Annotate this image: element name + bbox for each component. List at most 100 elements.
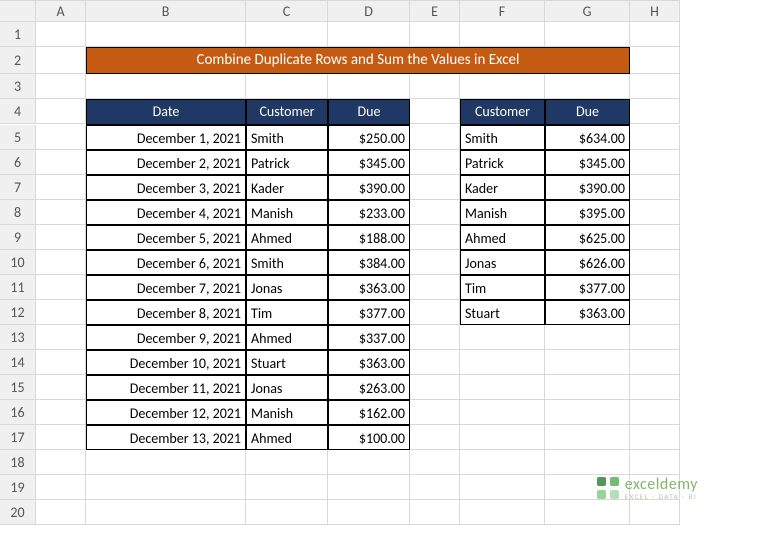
table1-customer[interactable]: Patrick — [246, 150, 328, 175]
cell[interactable] — [630, 450, 680, 475]
row-header-10[interactable]: 10 — [0, 250, 36, 275]
cell[interactable] — [460, 475, 545, 500]
row-header-13[interactable]: 13 — [0, 325, 36, 350]
cell[interactable] — [630, 47, 680, 74]
table1-due[interactable]: $263.00 — [328, 375, 410, 400]
cell[interactable] — [36, 275, 86, 300]
table1-customer[interactable]: Manish — [246, 200, 328, 225]
cell[interactable] — [410, 225, 460, 250]
table1-customer[interactable]: Smith — [246, 125, 328, 150]
table1-due[interactable]: $363.00 — [328, 275, 410, 300]
row-header-18[interactable]: 18 — [0, 450, 36, 475]
cell[interactable] — [410, 150, 460, 175]
table1-date[interactable]: December 12, 2021 — [86, 400, 246, 425]
cell[interactable] — [36, 300, 86, 325]
table1-customer[interactable]: Kader — [246, 175, 328, 200]
cell[interactable] — [36, 450, 86, 475]
table1-due[interactable]: $377.00 — [328, 300, 410, 325]
cell[interactable] — [246, 22, 328, 47]
table1-customer[interactable]: Ahmed — [246, 325, 328, 350]
cell[interactable] — [246, 500, 328, 525]
table2-due[interactable]: $390.00 — [545, 175, 630, 200]
cell[interactable] — [410, 500, 460, 525]
cell[interactable] — [630, 150, 680, 175]
column-header-D[interactable]: D — [328, 0, 410, 22]
table1-due[interactable]: $233.00 — [328, 200, 410, 225]
cell[interactable] — [328, 450, 410, 475]
table1-header-customer[interactable]: Customer — [246, 99, 328, 125]
table2-due[interactable]: $345.00 — [545, 150, 630, 175]
cell[interactable] — [460, 325, 545, 350]
cell[interactable] — [246, 450, 328, 475]
row-header-9[interactable]: 9 — [0, 225, 36, 250]
cell[interactable] — [36, 74, 86, 99]
cell[interactable] — [328, 475, 410, 500]
column-header-E[interactable]: E — [410, 0, 460, 22]
cell[interactable] — [545, 375, 630, 400]
column-header-F[interactable]: F — [460, 0, 545, 22]
row-header-8[interactable]: 8 — [0, 200, 36, 225]
row-header-7[interactable]: 7 — [0, 175, 36, 200]
table1-date[interactable]: December 2, 2021 — [86, 150, 246, 175]
cell[interactable] — [545, 22, 630, 47]
row-header-17[interactable]: 17 — [0, 425, 36, 450]
table2-customer[interactable]: Stuart — [460, 300, 545, 325]
table1-customer[interactable]: Jonas — [246, 275, 328, 300]
cell[interactable] — [36, 500, 86, 525]
cell[interactable] — [630, 22, 680, 47]
cell[interactable] — [410, 300, 460, 325]
table2-customer[interactable]: Smith — [460, 125, 545, 150]
row-header-3[interactable]: 3 — [0, 74, 36, 99]
cell[interactable] — [36, 375, 86, 400]
cell[interactable] — [36, 175, 86, 200]
cell[interactable] — [630, 250, 680, 275]
cell[interactable] — [460, 425, 545, 450]
table1-customer[interactable]: Jonas — [246, 375, 328, 400]
table1-due[interactable]: $384.00 — [328, 250, 410, 275]
cell[interactable] — [86, 500, 246, 525]
table2-customer[interactable]: Jonas — [460, 250, 545, 275]
table2-customer[interactable]: Ahmed — [460, 225, 545, 250]
row-header-1[interactable]: 1 — [0, 22, 36, 47]
cell[interactable] — [328, 22, 410, 47]
table1-due[interactable]: $100.00 — [328, 425, 410, 450]
cell[interactable] — [410, 74, 460, 99]
table1-date[interactable]: December 5, 2021 — [86, 225, 246, 250]
table1-customer[interactable]: Smith — [246, 250, 328, 275]
cell[interactable] — [460, 450, 545, 475]
table1-due[interactable]: $250.00 — [328, 125, 410, 150]
table2-due[interactable]: $377.00 — [545, 275, 630, 300]
cell[interactable] — [36, 250, 86, 275]
cell[interactable] — [410, 200, 460, 225]
table2-header-customer[interactable]: Customer — [460, 99, 545, 125]
cell[interactable] — [630, 275, 680, 300]
spreadsheet-grid[interactable]: ABCDEFGH12Combine Duplicate Rows and Sum… — [0, 0, 768, 525]
cell[interactable] — [630, 74, 680, 99]
cell[interactable] — [545, 425, 630, 450]
cell[interactable] — [545, 400, 630, 425]
cell[interactable] — [410, 475, 460, 500]
table1-due[interactable]: $363.00 — [328, 350, 410, 375]
cell[interactable] — [460, 500, 545, 525]
row-header-2[interactable]: 2 — [0, 47, 36, 74]
cell[interactable] — [410, 425, 460, 450]
table2-due[interactable]: $363.00 — [545, 300, 630, 325]
cell[interactable] — [410, 325, 460, 350]
table1-date[interactable]: December 6, 2021 — [86, 250, 246, 275]
table1-due[interactable]: $345.00 — [328, 150, 410, 175]
cell[interactable] — [410, 375, 460, 400]
cell[interactable] — [36, 425, 86, 450]
cell[interactable] — [460, 22, 545, 47]
cell[interactable] — [630, 350, 680, 375]
cell[interactable] — [36, 22, 86, 47]
cell[interactable] — [86, 475, 246, 500]
cell[interactable] — [630, 125, 680, 150]
table2-due[interactable]: $626.00 — [545, 250, 630, 275]
column-header-B[interactable]: B — [86, 0, 246, 22]
table1-due[interactable]: $337.00 — [328, 325, 410, 350]
cell[interactable] — [36, 99, 86, 124]
row-header-6[interactable]: 6 — [0, 150, 36, 175]
cell[interactable] — [545, 74, 630, 99]
cell[interactable] — [36, 200, 86, 225]
cell[interactable] — [630, 225, 680, 250]
